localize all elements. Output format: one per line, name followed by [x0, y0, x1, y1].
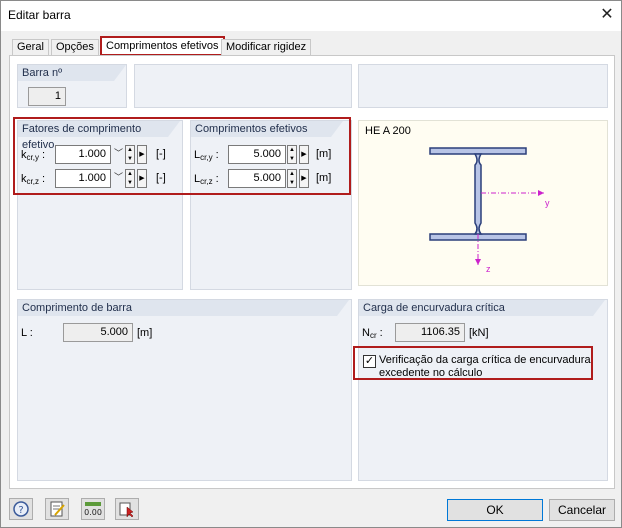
kcrz-arrow-right-icon[interactable]: ▶ [137, 169, 147, 188]
lcry-unit: [m] [316, 148, 332, 160]
edit-icon [50, 501, 65, 517]
kcrz-spinner[interactable]: ▲ ▼ [125, 169, 135, 188]
lengths-header: Comprimentos efetivos [191, 121, 343, 137]
member-length-header: Comprimento de barra [18, 300, 349, 316]
close-icon[interactable]: ✕ [595, 4, 619, 26]
lcrz-label: Lcr,z : [194, 173, 219, 186]
kcrz-label: kcr,z : [21, 173, 46, 186]
critical-load-group: Carga de encurvadura crítica Ncr : 1106.… [358, 299, 608, 481]
member-number-group: Barra nº 1 [17, 64, 127, 108]
dialog-window: Editar barra ✕ Geral Opções Comprimentos… [0, 0, 622, 528]
kcrz-input[interactable]: 1.000 [55, 169, 111, 188]
window-title: Editar barra [8, 8, 71, 22]
lcrz-arrow-right-icon[interactable]: ▶ [299, 169, 309, 188]
kcry-unit: [-] [156, 148, 166, 160]
member-length-group: Comprimento de barra L : 5.000 [m] [17, 299, 352, 481]
ncr-unit: [kN] [469, 327, 489, 339]
tab-opcoes[interactable]: Opções [51, 39, 99, 55]
kcrz-dropdown-chevron-down-icon[interactable]: ﹀ [113, 169, 124, 188]
i-beam-section-drawing [429, 147, 544, 265]
select-button[interactable] [115, 498, 139, 520]
tab-comprimentos-efetivos[interactable]: Comprimentos efetivos [100, 36, 225, 56]
member-length-unit: [m] [137, 327, 153, 339]
blank-group-2 [358, 64, 608, 108]
kcry-arrow-right-icon[interactable]: ▶ [137, 145, 147, 164]
cancel-button[interactable]: Cancelar [549, 499, 615, 521]
member-length-field: 5.000 [63, 323, 133, 342]
tab-geral[interactable]: Geral [12, 39, 49, 55]
axis-z-label: z [486, 264, 491, 274]
kcry-label: kcr,y : [21, 149, 46, 162]
kcrz-unit: [-] [156, 172, 166, 184]
lengths-group: Comprimentos efetivos Lcr,y : 5.000 ▲ ▼ ▶… [190, 120, 352, 290]
lcry-spinner[interactable]: ▲ ▼ [287, 145, 297, 164]
kcry-dropdown-chevron-down-icon[interactable]: ﹀ [113, 145, 124, 164]
lcry-label: Lcr,y : [194, 149, 219, 162]
lcry-arrow-right-icon[interactable]: ▶ [299, 145, 309, 164]
edit-button[interactable] [45, 498, 69, 520]
critical-load-checkbox[interactable]: ✓ [363, 355, 376, 368]
critical-load-header: Carga de encurvadura crítica [359, 300, 605, 316]
units-icon: 0.00 [84, 502, 102, 517]
svg-text:?: ? [18, 505, 23, 516]
help-button[interactable]: ? [9, 498, 33, 520]
factors-header: Fatores de comprimento efetivo [18, 121, 180, 151]
lcry-input[interactable]: 5.000 [228, 145, 286, 164]
title-bar: Editar barra ✕ [1, 1, 621, 31]
member-number-header: Barra nº [18, 65, 126, 81]
help-icon: ? [13, 501, 29, 517]
ncr-label: Ncr : [362, 327, 383, 340]
select-icon [119, 502, 134, 518]
factors-group: Fatores de comprimento efetivo kcr,y : 1… [17, 120, 183, 290]
tab-panel: Barra nº 1 Fatores de comprimento efetiv… [9, 55, 615, 489]
lcrz-unit: [m] [316, 172, 332, 184]
kcry-input[interactable]: 1.000 [55, 145, 111, 164]
units-button[interactable]: 0.00 [81, 498, 105, 520]
tab-modificar-rigidez[interactable]: Modificar rigidez [221, 39, 312, 55]
section-preview: HE A 200 y z [358, 120, 608, 286]
svg-text:0.00: 0.00 [84, 508, 102, 517]
ncr-field: 1106.35 [395, 323, 465, 342]
lcrz-input[interactable]: 5.000 [228, 169, 286, 188]
kcry-spinner[interactable]: ▲ ▼ [125, 145, 135, 164]
blank-group-1 [134, 64, 352, 108]
member-length-label: L : [21, 327, 33, 339]
ok-button[interactable]: OK [447, 499, 543, 521]
lcrz-spinner[interactable]: ▲ ▼ [287, 169, 297, 188]
member-number-field: 1 [28, 87, 66, 106]
critical-load-check-label[interactable]: Verificação da carga crítica de encurvad… [379, 354, 591, 380]
axis-y-label: y [545, 198, 550, 208]
